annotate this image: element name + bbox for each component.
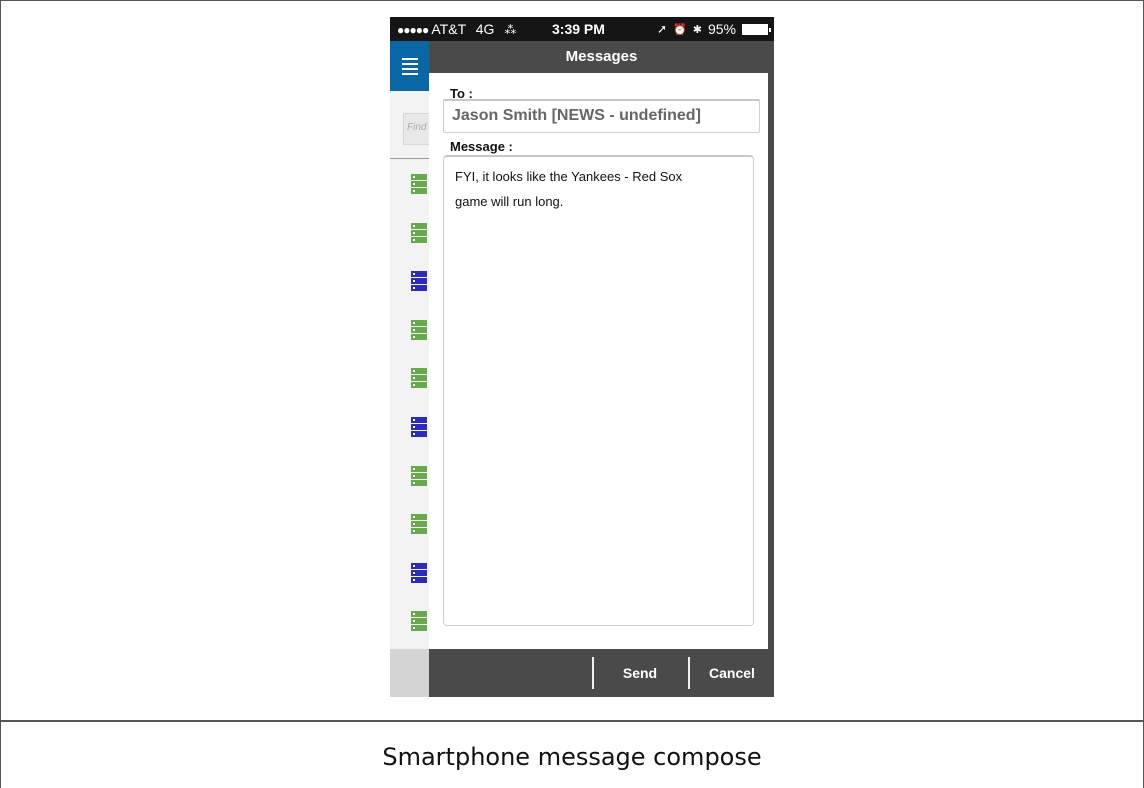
- carrier-label: AT&T: [431, 21, 466, 37]
- sidebar: Find: [390, 41, 429, 697]
- status-bar: ●●●●● AT&T 4G ⁂ 3:39 PM ➚ ⏰ ✱ 95%: [390, 17, 774, 41]
- phone-screen: ●●●●● AT&T 4G ⁂ 3:39 PM ➚ ⏰ ✱ 95% Find M…: [390, 17, 774, 697]
- page-title: Messages: [565, 48, 638, 65]
- blue-server-icon[interactable]: [411, 417, 427, 437]
- green-server-icon[interactable]: [411, 514, 427, 535]
- bluetooth-icon: ✱: [692, 23, 702, 36]
- action-toolbar: Send Cancel: [429, 649, 774, 697]
- activity-spinner-icon: ⁂: [504, 23, 517, 37]
- status-right: ➚ ⏰ ✱ 95%: [656, 21, 771, 37]
- cancel-button[interactable]: Cancel: [690, 649, 774, 697]
- network-label: 4G: [475, 21, 495, 37]
- green-server-icon[interactable]: [411, 222, 427, 243]
- message-textarea[interactable]: FYI, it looks like the Yankees - Red Sox…: [443, 155, 754, 626]
- sidebar-divider: [390, 158, 429, 159]
- green-server-icon[interactable]: [411, 368, 427, 389]
- green-server-icon[interactable]: [411, 174, 427, 194]
- sidebar-footer: [390, 649, 429, 697]
- compose-dialog: To : Jason Smith [NEWS - undefined] Mess…: [429, 73, 768, 649]
- blue-server-icon[interactable]: [411, 271, 427, 292]
- figure-caption: Smartphone message compose: [382, 743, 762, 771]
- status-left: ●●●●● AT&T 4G ⁂: [397, 21, 516, 37]
- message-label: Message :: [450, 139, 513, 154]
- message-text-line: game will run long.: [455, 194, 564, 209]
- alarm-icon: ⏰: [673, 23, 687, 36]
- sidebar-search-input[interactable]: Find: [403, 113, 429, 145]
- location-icon: ➚: [656, 22, 668, 36]
- blue-server-icon[interactable]: [411, 562, 427, 583]
- recipient-field[interactable]: Jason Smith [NEWS - undefined]: [443, 99, 760, 133]
- green-server-icon[interactable]: [411, 319, 427, 340]
- hamburger-menu-icon[interactable]: [390, 41, 429, 91]
- status-time: 3:39 PM: [552, 21, 605, 37]
- message-text-line: FYI, it looks like the Yankees - Red Sox: [455, 169, 683, 184]
- green-server-icon[interactable]: [411, 611, 427, 632]
- signal-strength-icon: ●●●●●: [397, 23, 429, 37]
- send-button[interactable]: Send: [594, 649, 686, 697]
- battery-percent: 95%: [707, 21, 736, 37]
- green-server-icon[interactable]: [411, 465, 427, 486]
- battery-icon: [742, 23, 771, 35]
